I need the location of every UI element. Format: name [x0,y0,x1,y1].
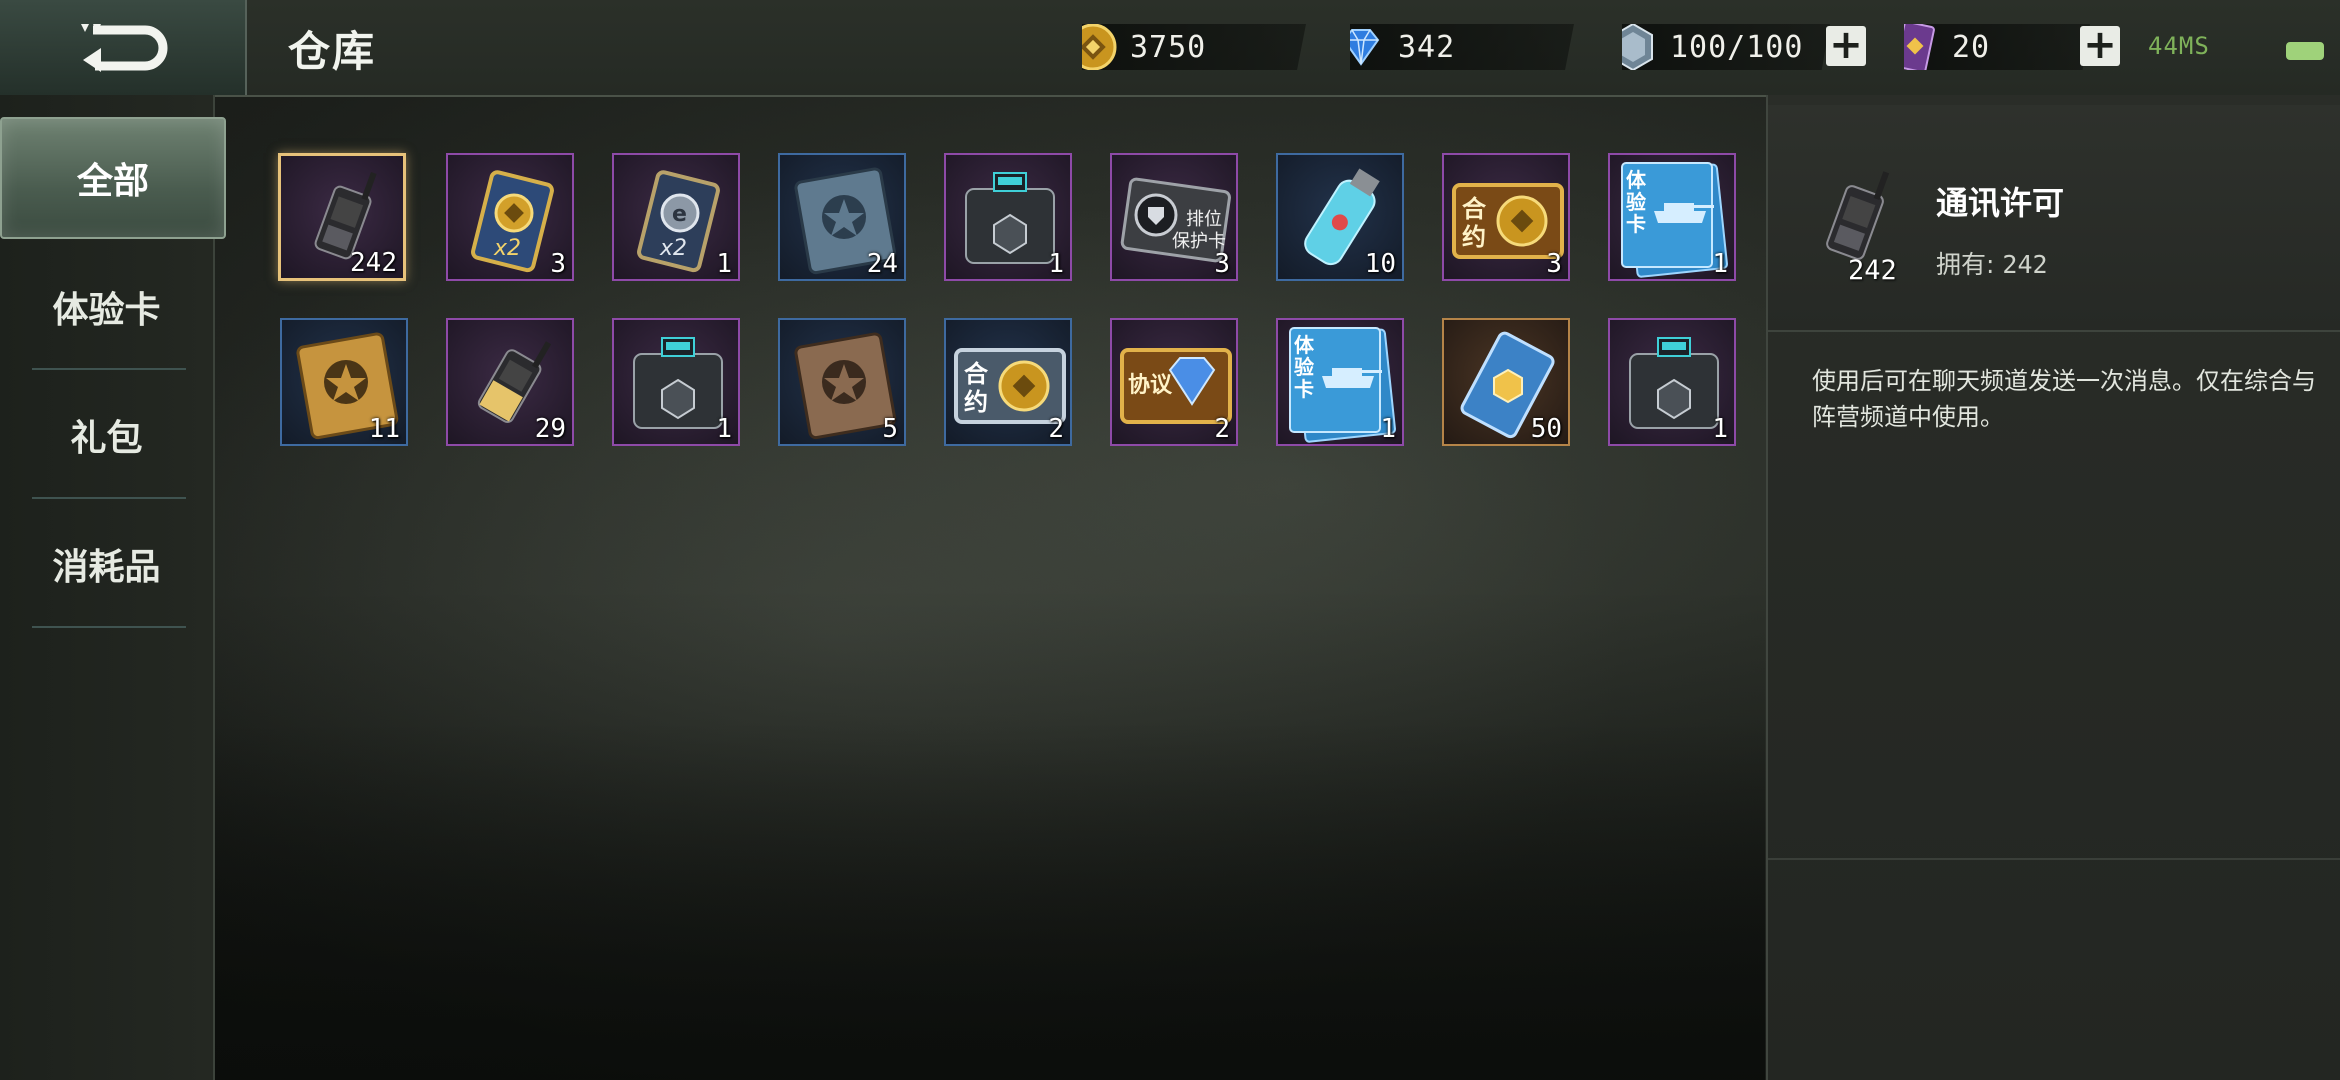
detail-icon-count: 242 [1848,255,1897,286]
ping-indicator: 44MS [2148,32,2210,60]
diamond-balance: 342 [1350,24,1574,70]
svg-text:协议: 协议 [1128,373,1173,398]
back-arrow-icon [80,23,167,72]
item-count: 24 [866,249,898,279]
gold-coin-icon [1082,24,1117,70]
item-silver-double-card[interactable]: e x2 1 [612,153,740,281]
svg-text:卡: 卡 [1294,377,1314,401]
detail-divider [1768,858,2340,860]
tab-gift-packs[interactable]: 礼包 [0,376,213,494]
item-name: 通讯许可 [1936,184,2065,222]
diamond-value: 342 [1398,29,1456,65]
diamond-icon [1350,29,1380,66]
item-silver-contract[interactable]: 合 约 2 [944,318,1072,446]
sidebar-divider [32,368,186,370]
page-title: 仓库 [288,27,377,76]
item-gold-star-book[interactable]: 11 [280,318,408,446]
svg-text:体: 体 [1626,168,1647,192]
item-rank-protection-card[interactable]: 排位 保护卡 3 [1110,153,1238,281]
gold-value: 3750 [1130,29,1207,65]
svg-text:体: 体 [1294,333,1315,357]
add-ticket-button[interactable]: + [2080,25,2120,66]
sidebar-divider [32,626,186,628]
svg-text:验: 验 [1294,355,1314,379]
item-count: 11 [368,414,400,444]
gold-balance: 3750 [1082,24,1306,70]
item-count: 1 [716,414,732,444]
svg-text:x2: x2 [659,236,687,261]
item-supply-crate[interactable]: 1 [1608,318,1736,446]
svg-text:e: e [672,202,687,227]
svg-text:排位: 排位 [1186,209,1222,230]
item-count: 5 [882,414,898,444]
battery-icon [2286,42,2324,60]
item-count: 1 [716,249,732,279]
item-count: 1 [1380,414,1396,444]
svg-text:验: 验 [1626,190,1646,214]
stamina-balance: 100/100 [1622,24,1830,70]
item-supply-crate[interactable]: 1 [944,153,1072,281]
item-count: 2 [1214,414,1230,444]
stamina-value: 100/100 [1670,29,1804,65]
item-count: 2 [1048,414,1064,444]
top-bar: 仓库 3750 342 100/100 + 20 + 44MS [0,0,2340,97]
item-count: 3 [550,249,566,279]
item-count: 10 [1364,249,1396,279]
item-description: 使用后可在聊天频道发送一次消息。仅在综合与阵营频道中使用。 [1812,367,2316,431]
owned-count: 拥有: 242 [1936,245,2048,281]
item-tank-trial-card[interactable]: 体 验 卡 1 [1276,318,1404,446]
item-gold-walkie-talkie[interactable]: 29 [446,318,574,446]
item-count: 50 [1530,414,1562,444]
item-blue-canister[interactable]: 10 [1276,153,1404,281]
item-count: 1 [1712,249,1728,279]
ticket-card-icon [1904,24,1935,70]
item-detail-panel: 242 通讯许可 拥有: 242 使用后可在聊天频道发送一次消息。仅在综合与阵营… [1766,95,2340,1080]
item-blue-ticket[interactable]: 50 [1442,318,1570,446]
item-diamond-agreement[interactable]: 协议 2 [1110,318,1238,446]
item-gold-contract[interactable]: 合 约 3 [1442,153,1570,281]
item-count: 3 [1546,249,1562,279]
detail-header: 242 通讯许可 拥有: 242 [1768,105,2340,332]
tab-all[interactable]: 全部 [0,117,226,239]
crystal-icon [1622,24,1653,70]
item-gold-double-card[interactable]: x2 3 [446,153,574,281]
ticket-value: 20 [1952,29,1991,65]
item-blue-star-book[interactable]: 24 [778,153,906,281]
tab-consumables[interactable]: 消耗品 [0,505,213,623]
svg-text:约: 约 [1462,223,1486,251]
item-count: 1 [1712,414,1728,444]
item-brown-star-book[interactable]: 5 [778,318,906,446]
add-stamina-button[interactable]: + [1826,25,1866,66]
item-count: 29 [534,414,566,444]
item-count: 1 [1048,249,1064,279]
tab-trial-cards[interactable]: 体验卡 [0,248,213,366]
item-walkie-talkie[interactable]: 242 [278,153,406,281]
svg-text:合: 合 [964,360,989,388]
back-button[interactable] [0,0,247,95]
item-count: 242 [350,248,397,278]
owned-value: 242 [2002,250,2048,279]
svg-text:卡: 卡 [1626,212,1646,236]
ticket-balance: 20 [1904,24,2090,70]
svg-text:合: 合 [1462,195,1487,223]
item-tank-trial-card[interactable]: 体 验 卡 1 [1608,153,1736,281]
sidebar-divider [32,497,186,499]
svg-text:约: 约 [964,388,988,416]
item-count: 3 [1214,249,1230,279]
item-supply-crate[interactable]: 1 [612,318,740,446]
ruins-silhouette [215,720,1765,1080]
owned-label: 拥有: [1936,250,1995,279]
svg-text:x2: x2 [493,236,521,261]
